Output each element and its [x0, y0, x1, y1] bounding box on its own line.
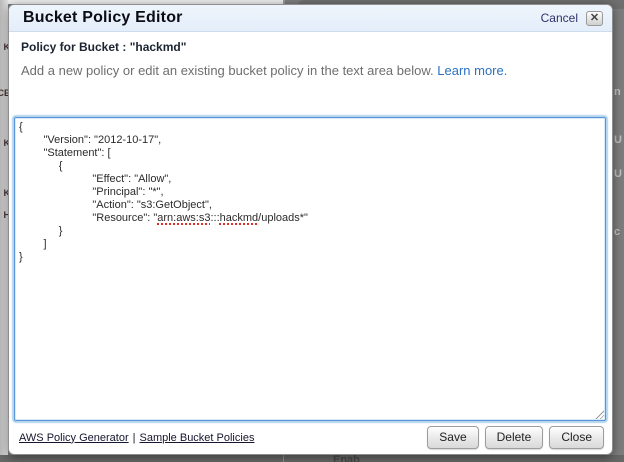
cancel-link[interactable]: Cancel [541, 11, 578, 25]
dialog-titlebar: Bucket Policy Editor Cancel ✕ [9, 5, 612, 32]
background-right-strip: n U U c [613, 0, 624, 462]
policy-textarea[interactable]: { "Version": "2012-10-17", "Statement": … [14, 117, 606, 421]
bucket-policy-editor-dialog: Bucket Policy Editor Cancel ✕ Policy for… [8, 4, 613, 455]
policy-line: { [19, 121, 601, 134]
policy-bucket-subtitle: Policy for Bucket : "hackmd" [21, 40, 600, 54]
background-text-fragment: n [614, 86, 621, 98]
policy-line: "Statement": [ [19, 147, 601, 160]
policy-line: { [19, 160, 601, 173]
link-separator: | [133, 432, 136, 444]
policy-line: } [19, 225, 601, 238]
footer-links: AWS Policy Generator | Sample Bucket Polic… [19, 432, 254, 444]
aws-policy-generator-link[interactable]: AWS Policy Generator [19, 432, 129, 444]
background-left-strip: K CE K K H [0, 0, 8, 462]
dialog-title: Bucket Policy Editor [23, 9, 183, 27]
description-text: Add a new policy or edit an existing buc… [21, 63, 434, 78]
background-bottom-strip: Enab [0, 455, 624, 462]
screen: K CE K K H n U U c Enab Bucket Policy Ed… [0, 0, 624, 462]
save-button[interactable]: Save [427, 426, 478, 449]
titlebar-actions: Cancel ✕ [541, 11, 603, 26]
resource-suffix: /uploads*" [258, 212, 308, 224]
dialog-body: Policy for Bucket : "hackmd" Add a new p… [9, 40, 612, 78]
resource-colons: ::: [210, 212, 219, 224]
policy-line: "Effect": "Allow", [19, 173, 601, 186]
policy-line-resource: "Resource": "arn:aws:s3:::hackmd/uploads… [19, 212, 601, 225]
close-button[interactable]: Close [549, 426, 604, 449]
footer-buttons: Save Delete Close [427, 426, 604, 449]
background-text-fragment: c [614, 226, 620, 238]
textarea-resize-handle[interactable] [594, 409, 604, 419]
policy-line: "Action": "s3:GetObject", [19, 199, 601, 212]
background-divider-line [283, 455, 284, 462]
policy-line: ] [19, 238, 601, 251]
spellcheck-underlined-text: hackmd [220, 212, 259, 224]
learn-more-link[interactable]: Learn more. [437, 63, 507, 78]
background-text-fragment: CE [0, 88, 8, 98]
background-text-fragment: Enab [333, 455, 360, 462]
dialog-description: Add a new policy or edit an existing buc… [21, 63, 600, 78]
dialog-footer: AWS Policy Generator | Sample Bucket Polic… [19, 424, 604, 451]
background-text-fragment: U [614, 168, 622, 180]
delete-button[interactable]: Delete [485, 426, 544, 449]
policy-line: } [19, 251, 601, 264]
background-text-fragment: U [614, 134, 622, 146]
policy-line: "Version": "2012-10-17", [19, 134, 601, 147]
sample-bucket-policies-link[interactable]: Sample Bucket Policies [140, 432, 255, 444]
resource-prefix: "Resource": " [19, 212, 157, 224]
close-x-button[interactable]: ✕ [586, 11, 603, 26]
policy-line: "Principal": "*", [19, 186, 601, 199]
spellcheck-underlined-text: arn:aws:s3 [157, 212, 210, 224]
